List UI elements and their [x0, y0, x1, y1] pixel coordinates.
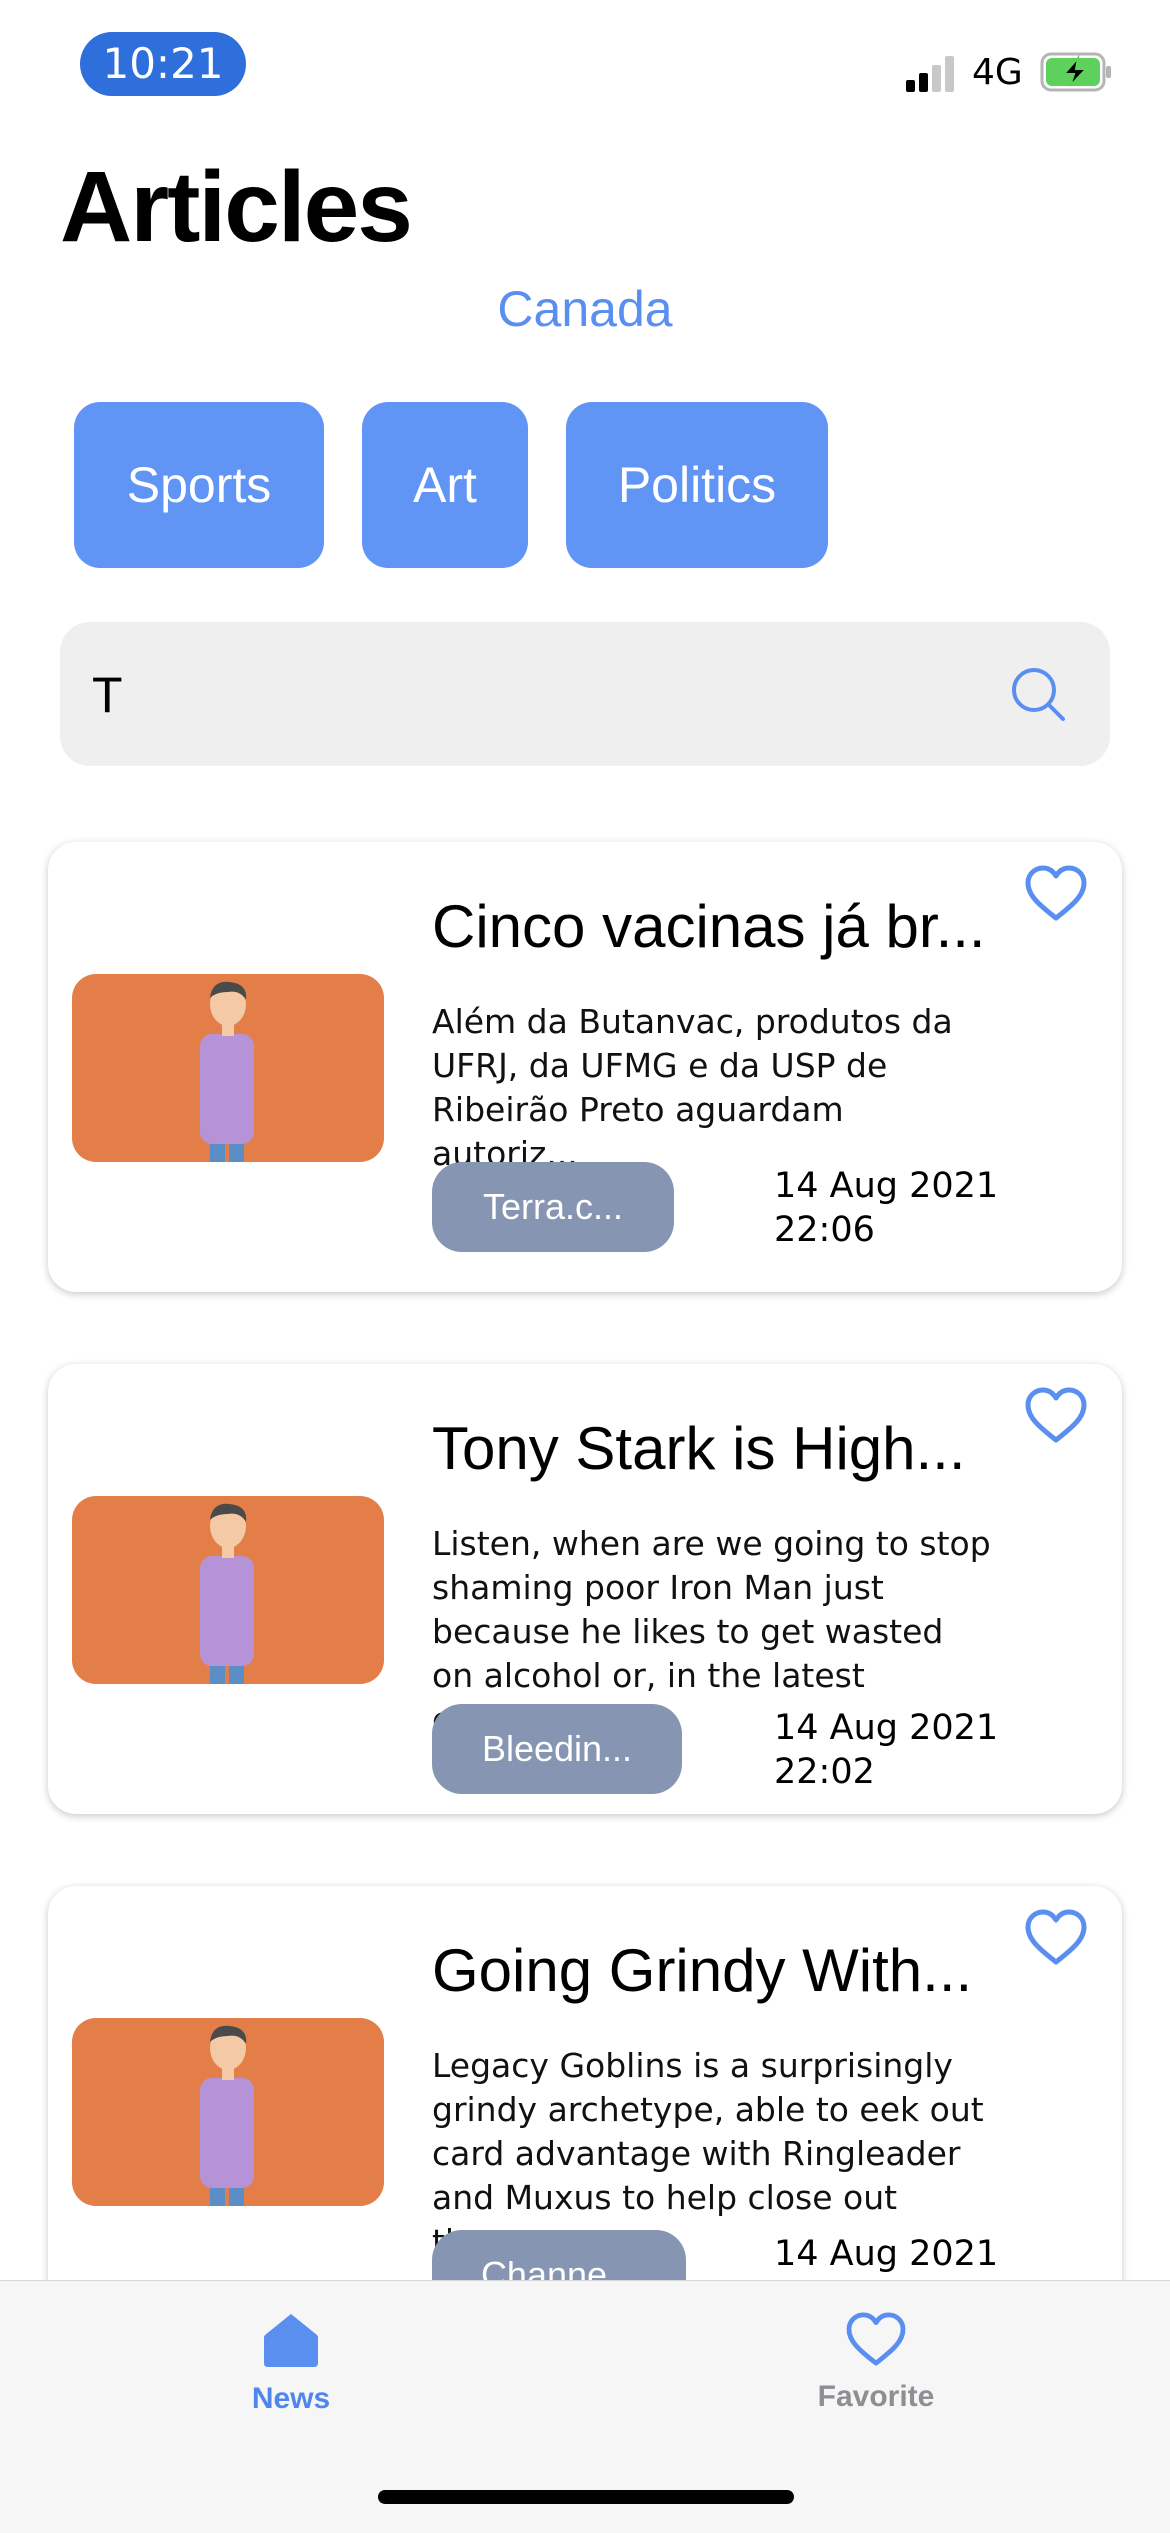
article-date-time: 22:06 [774, 1210, 875, 1250]
article-thumbnail [72, 974, 384, 1162]
article-card[interactable]: Tony Stark is High... Listen, when are w… [48, 1364, 1122, 1814]
favorite-heart-icon[interactable] [1024, 1386, 1088, 1444]
article-date-time: 22:02 [774, 1752, 875, 1792]
search-icon[interactable] [1008, 664, 1068, 724]
article-date: 14 Aug 2021 22:06 [774, 1164, 998, 1252]
article-thumbnail [72, 1496, 384, 1684]
person-illustration-icon [200, 981, 254, 1162]
article-card[interactable]: Going Grindy With... Legacy Goblins is a… [48, 1886, 1122, 2336]
article-date-day: 14 Aug 2021 [774, 1166, 999, 1206]
favorite-heart-icon[interactable] [1024, 864, 1088, 922]
category-sports-button[interactable]: Sports [74, 402, 324, 568]
article-date-day: 14 Aug 2021 [774, 2234, 999, 2274]
article-thumbnail [72, 2018, 384, 2206]
article-source-button[interactable]: Bleedin... [432, 1704, 682, 1794]
battery-charging-icon [1040, 52, 1111, 92]
cellular-signal-icon [906, 56, 958, 92]
status-time: 10:21 [80, 32, 246, 96]
tab-favorite-label: Favorite [817, 2380, 935, 2413]
home-icon [264, 2314, 318, 2367]
tab-news[interactable]: News [141, 2311, 441, 2416]
article-title: Cinco vacinas já br... [432, 893, 986, 960]
article-source-button[interactable]: Terra.c... [432, 1162, 674, 1252]
article-date: 14 Aug 2021 [774, 2232, 998, 2276]
article-date: 14 Aug 2021 22:02 [774, 1706, 998, 1794]
category-art-button[interactable]: Art [362, 402, 528, 568]
favorite-heart-icon[interactable] [1024, 1908, 1088, 1966]
search-input[interactable] [90, 622, 994, 768]
tab-favorite[interactable]: Favorite [726, 2311, 1026, 2414]
article-title: Going Grindy With... [432, 1937, 973, 2004]
article-title: Tony Stark is High... [432, 1415, 966, 1482]
heart-icon [846, 2312, 906, 2366]
article-date-day: 14 Aug 2021 [774, 1708, 999, 1748]
tab-news-label: News [251, 2382, 331, 2415]
page-title: Articles [60, 151, 413, 263]
network-type: 4G [972, 52, 1023, 93]
home-indicator [378, 2490, 794, 2504]
article-card[interactable]: Cinco vacinas já br... Além da Butanvac,… [48, 842, 1122, 1292]
search-bar [60, 622, 1110, 768]
country-selector[interactable]: Canada [0, 280, 1170, 338]
category-politics-button[interactable]: Politics [566, 402, 828, 568]
person-illustration-icon [200, 1503, 254, 1684]
article-description: Além da Butanvac, produtos da UFRJ, da U… [432, 1002, 953, 1173]
person-illustration-icon [200, 2025, 254, 2206]
